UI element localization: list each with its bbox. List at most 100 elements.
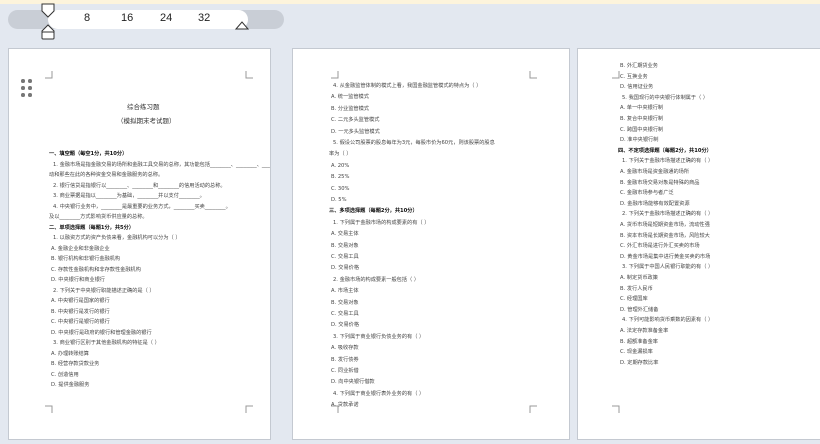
indent-marker-icon[interactable]: [40, 2, 56, 40]
crop-mark: [245, 405, 253, 413]
text-line: D. 定期存款比率: [620, 359, 659, 366]
text-line: B. 金融市场交易对象是特殊的商品: [620, 179, 700, 186]
text-line: C. 创造信用: [51, 371, 79, 378]
text-line: 3. 下列属于商业银行负债业务的有（ ）: [333, 333, 425, 340]
text-line: D. 中央银行和商业银行: [51, 277, 105, 283]
text-line: A. 贷款承诺: [331, 402, 359, 409]
text-line: C. 经理国库: [620, 296, 648, 303]
text-line: D. 向中央银行借款: [331, 379, 375, 386]
top-strip: [0, 0, 820, 4]
crop-mark: [612, 71, 620, 79]
text-line: B. 经营存款贷款业务: [51, 361, 100, 367]
ruler-track: [48, 10, 248, 29]
text-line: A. 中央银行是国家的银行: [51, 298, 110, 304]
text-line: B. 中央银行是发行的银行: [51, 308, 110, 315]
text-line: B. 25%: [331, 174, 350, 181]
text-line: C. 跨国中央银行制: [620, 126, 664, 133]
crop-mark: [529, 405, 537, 413]
text-line: C. 同业拆借: [331, 368, 359, 374]
document-page-1: 综合练习题 （模拟期末考试题） 一、填空题（每空1分，共10分） 1. 金融市场是…: [8, 48, 271, 440]
text-line: 动和那些在此的各种资金交易和金融服务的总称。: [49, 172, 164, 178]
text-line: A. 货币市场是短期资金市场，流动性强: [620, 222, 710, 228]
text-line: C. 金融市场参与者广泛: [620, 190, 674, 197]
section-heading: 二、单项选择题（每题1分，共5分）: [49, 224, 135, 231]
text-line: A. 市场主体: [331, 288, 359, 295]
ruler-tick: 8: [84, 12, 91, 24]
text-line: D. 一元多头监管模式: [331, 128, 380, 135]
text-line: C. 30%: [331, 185, 350, 192]
crop-mark: [612, 405, 620, 413]
text-line: B. 交易对象: [331, 242, 359, 249]
text-line: B. 复合中央银行制: [620, 116, 664, 122]
text-line: D. 黄金市场是集中进行黄金买卖的市场: [620, 253, 711, 260]
text-line: 4. 从金融监管体制的模式上看，我国金融监管模式的特点为（ ）: [333, 83, 482, 89]
text-line: C. 交易工具: [331, 311, 359, 317]
text-line: C. 互换业务: [620, 73, 648, 80]
text-line: B. 资本市场是长期资金市场，风险较大: [620, 232, 710, 239]
crop-mark: [45, 71, 53, 79]
text-line: C. 外汇市场是进行外汇买卖的市场: [620, 243, 700, 250]
text-line: B. 发行债券: [331, 356, 359, 363]
text-line: 1. 下列属于金融市场的构成要素的有（ ）: [333, 219, 430, 226]
text-line: 3. 商业票据是指以________为基础，________并以支付______…: [53, 193, 205, 199]
section-heading: 一、填空题（每空1分，共10分）: [49, 151, 128, 157]
document-page-2: 4. 从金融监管体制的模式上看，我国金融监管模式的特点为（ ） A. 统一监管模式…: [292, 48, 570, 440]
text-line: C. 中央银行是银行的银行: [51, 319, 110, 325]
text-line: 3. 商业银行区别于其他金融机构的特征是（ ）: [53, 340, 160, 346]
text-line: A. 单一中央银行制: [620, 105, 664, 112]
text-line: 5. 假设公司股票的股息每年为3元，每股市价为60元，则该股票的股息: [333, 140, 495, 146]
text-line: C. 交易工具: [331, 254, 359, 260]
crop-mark: [529, 71, 537, 79]
crop-mark: [331, 71, 339, 79]
section-heading: 四、不定项选择题（每题2分，共10分）: [618, 147, 712, 154]
ruler-tick: 16: [121, 12, 134, 24]
text-line: C. 现金漏损率: [620, 349, 653, 356]
text-line: D. 5%: [331, 197, 347, 203]
text-line: A. 交易主体: [331, 231, 359, 238]
text-line: A. 法定存款准备金率: [620, 328, 669, 334]
text-line: 5. 我国现行的中央银行体制属于（ ）: [622, 94, 709, 101]
text-line: 2. 下列关于中央银行职能描述正确的是（ ）: [53, 287, 155, 294]
text-line: 3. 下列属于中国人民银行职能的有（ ）: [622, 264, 714, 271]
text-line: A. 金融企业和非金融企业: [51, 245, 110, 252]
document-title: 综合练习题: [127, 103, 160, 111]
text-line: A. 吸收存款: [331, 345, 359, 352]
crop-mark: [245, 71, 253, 79]
text-line: 4. 下列可能影响货币乘数的因素有（ ）: [622, 317, 714, 324]
text-line: 率为（ ）: [329, 151, 352, 158]
text-line: B. 超额准备金率: [620, 338, 658, 345]
text-line: A. 统一监管模式: [331, 94, 369, 101]
text-line: D. 交易价格: [331, 265, 360, 272]
text-line: 1. 金融市场是指金融交易的场所和金融工具交易的总称，其功能包括________…: [53, 161, 270, 168]
text-line: A. 20%: [331, 162, 350, 169]
text-line: 2. 银行信贷是指银行以________、________和________的信…: [53, 182, 226, 189]
text-line: B. 分业监管模式: [331, 105, 369, 112]
text-line: B. 外汇期货业务: [620, 63, 658, 69]
text-line: 1. 下列关于金融市场描述正确的有（ ）: [622, 158, 714, 165]
text-line: D. 管理外汇储备: [620, 306, 659, 313]
text-line: B. 发行人民币: [620, 285, 653, 292]
text-line: 2. 金融市场的构成要素一般包括（ ）: [333, 276, 420, 283]
text-line: D. 信用证业务: [620, 84, 654, 91]
text-line: D. 准中央银行制: [620, 137, 659, 144]
text-line: 及以________方式影响货币供应量的总称。: [49, 214, 148, 220]
text-line: 4. 下列属于商业银行表外业务的有（ ）: [333, 390, 425, 397]
text-line: B. 银行机构和非银行金融机构: [51, 256, 121, 262]
document-page-3: B. 外汇期货业务 C. 互换业务 D. 信用证业务 5. 我国现行的中央银行体制属于…: [577, 48, 820, 440]
right-indent-marker-icon[interactable]: [235, 17, 249, 31]
text-line: D. 中央银行是政府的银行和管理金融的银行: [51, 329, 152, 336]
text-line: 2. 下列关于金融市场描述正确的有（ ）: [622, 211, 714, 218]
text-line: B. 交易对象: [331, 299, 359, 306]
text-line: D. 提供金融服务: [51, 382, 90, 388]
document-subtitle: （模拟期末考试题）: [117, 117, 176, 125]
text-line: D. 交易价格: [331, 322, 360, 329]
text-line: D. 金融市场能够有效配置资源: [620, 200, 690, 207]
text-line: C. 二元多头监管模式: [331, 117, 380, 124]
text-line: C. 存款性金融机构和非存款性金融机构: [51, 266, 141, 273]
text-line: A. 金融市场是资金融通的场所: [620, 169, 690, 175]
ruler-tick: 32: [198, 12, 211, 24]
text-line: 1. 以融资方式的资产负债来看，金融机构可以分为（ ）: [53, 235, 181, 241]
text-line: A. 制定货币政策: [620, 275, 658, 281]
drag-handle-icon[interactable]: [21, 79, 35, 99]
section-heading: 三、多项选择题（每题2分，共10分）: [329, 208, 418, 215]
